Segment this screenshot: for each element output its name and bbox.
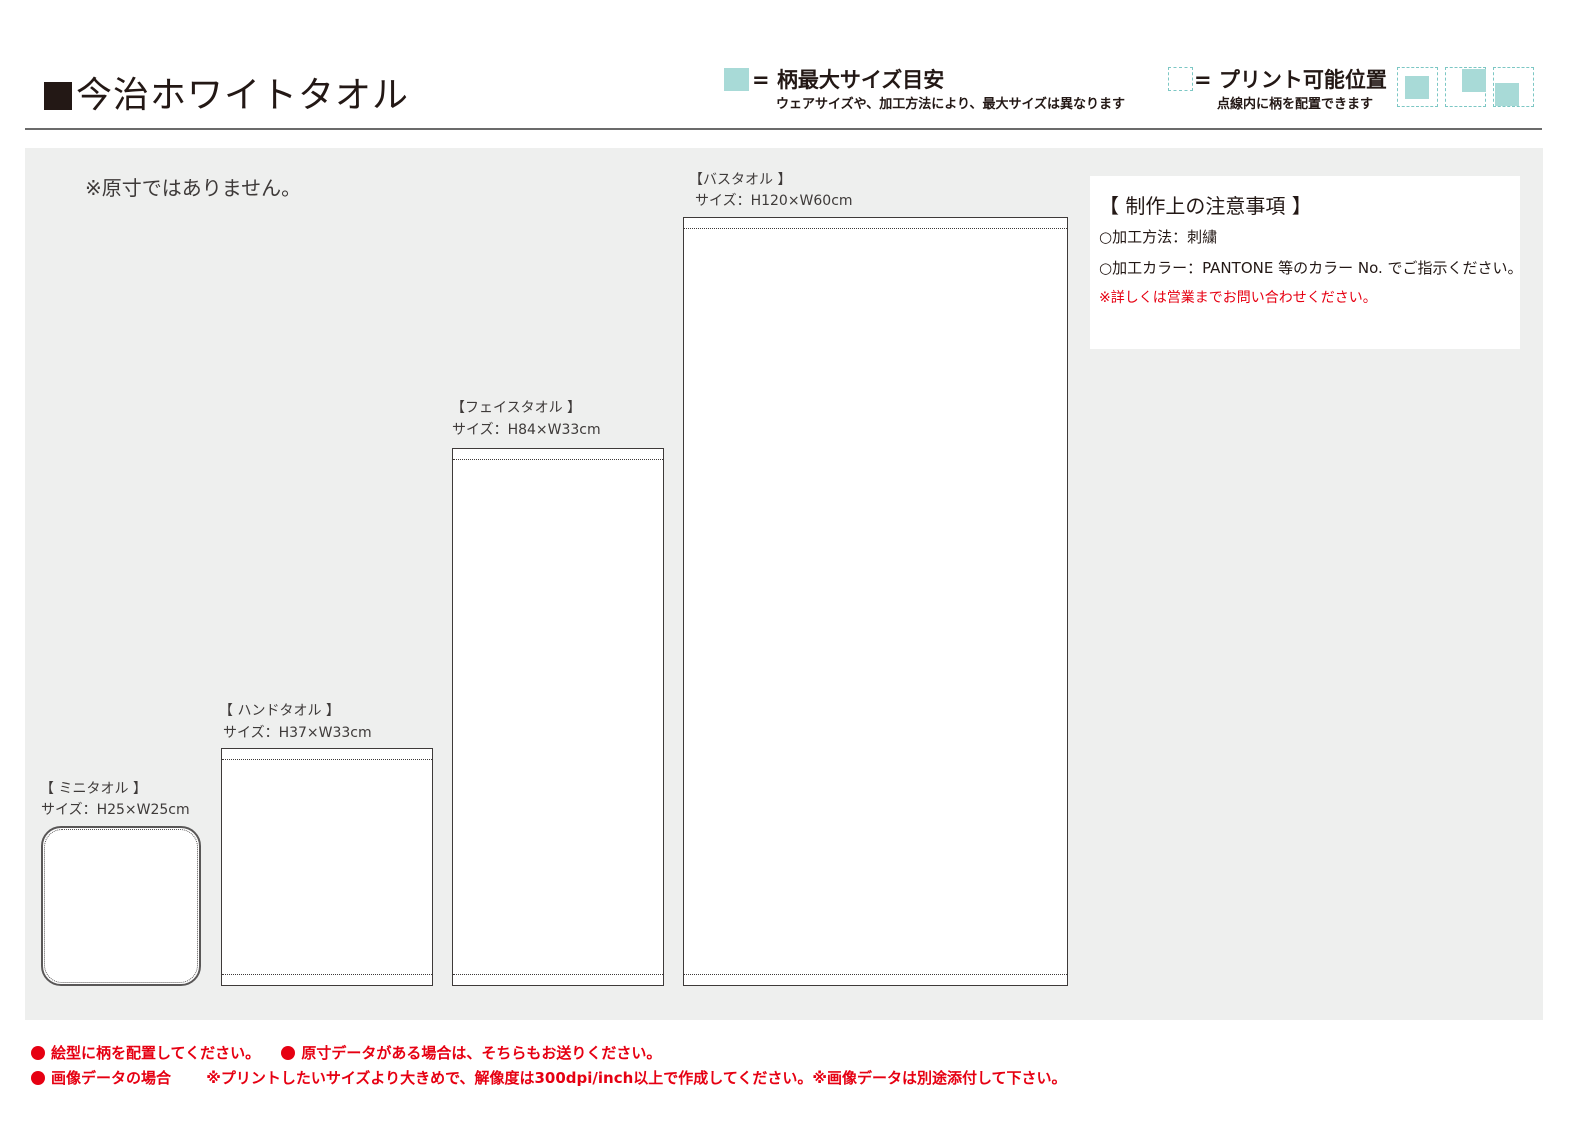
face-towel-size: サイズ：H84×W33cm	[452, 422, 601, 438]
header-divider	[25, 128, 1542, 130]
red-dot-icon	[281, 1046, 296, 1060]
hand-towel-outline[interactable]	[221, 748, 433, 986]
mini-towel-name: 【 ミニタオル 】	[40, 781, 147, 797]
print-position-center-icon	[1397, 67, 1438, 107]
hand-towel-name: 【 ハンドタオル 】	[219, 703, 340, 719]
bath-towel-name: 【バスタオル 】	[689, 172, 792, 188]
footer-line-2: 画像データの場合 ※プリントしたいサイズより大きめで、解像度は300dpi/in…	[31, 1067, 1067, 1088]
legend-max-size-note: ウェアサイズや、加工方法により、最大サイズは異なります	[776, 97, 1126, 112]
max-size-swatch-icon	[724, 68, 749, 91]
legend-print-position-label: = プリント可能位置	[1194, 68, 1387, 92]
red-dot-icon	[31, 1046, 45, 1060]
not-to-scale-note: ※原寸ではありません。	[85, 176, 302, 200]
page-title: 今治ホワイトタオル	[44, 70, 409, 122]
square-bullet-icon	[44, 82, 72, 110]
face-towel-outline[interactable]	[452, 448, 664, 986]
page-title-text: 今治ホワイトタオル	[76, 75, 410, 116]
print-position-top-icon	[1445, 67, 1486, 107]
footer-image-data-heading: 画像データの場合	[51, 1069, 172, 1087]
legend-max-size-label: = 柄最大サイズ目安	[752, 68, 945, 92]
footer-instruction-original-data: 原寸データがある場合は、そちらもお送りください。	[301, 1044, 662, 1062]
print-position-bottom-icon	[1493, 67, 1534, 107]
contact-sales-note: ※詳しくは営業までお問い合わせください。	[1099, 290, 1377, 306]
bath-towel-outline[interactable]	[683, 217, 1068, 986]
print-area-dashed-icon	[1168, 67, 1193, 91]
footer-image-data-instruction: ※プリントしたいサイズより大きめで、解像度は300dpi/inch以上で作成して…	[206, 1069, 1067, 1087]
production-notes-title: 【 制作上の注意事項 】	[1099, 194, 1312, 218]
red-dot-icon	[31, 1071, 45, 1085]
mini-towel-outline[interactable]	[41, 826, 201, 986]
mini-towel-size: サイズ：H25×W25cm	[41, 802, 190, 818]
footer-line-1: 絵型に柄を配置してください。 原寸データがある場合は、そちらもお送りください。	[31, 1042, 661, 1063]
hand-towel-size: サイズ：H37×W33cm	[223, 725, 372, 741]
face-towel-name: 【フェイスタオル 】	[451, 400, 582, 416]
footer-instruction-place-pattern: 絵型に柄を配置してください。	[51, 1044, 261, 1062]
processing-method-note: ○加工方法：刺繍	[1099, 228, 1218, 246]
legend-print-position-note: 点線内に柄を配置できます	[1217, 97, 1374, 112]
processing-color-note: ○加工カラー：PANTONE 等のカラー No. でご指示ください。	[1099, 259, 1523, 277]
bath-towel-size: サイズ：H120×W60cm	[695, 193, 853, 209]
